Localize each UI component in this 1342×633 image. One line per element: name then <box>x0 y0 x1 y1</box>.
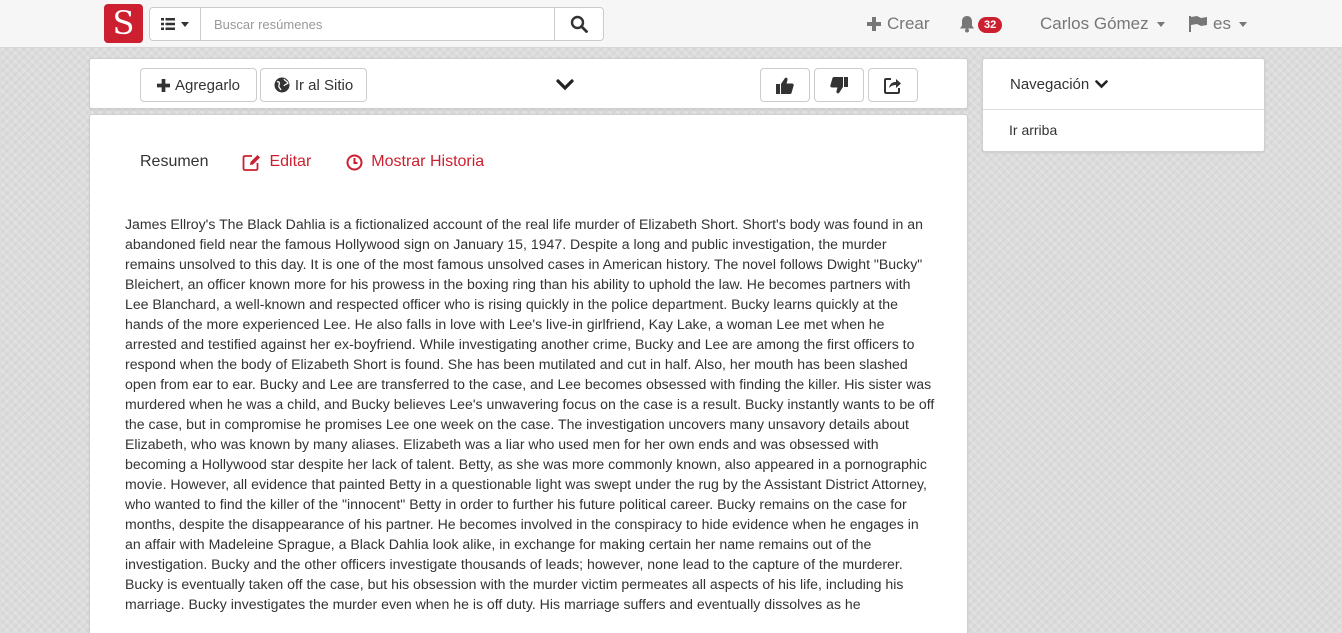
language-code: es <box>1213 14 1231 33</box>
search-input[interactable] <box>201 8 554 40</box>
caret-down-icon <box>1156 21 1165 27</box>
tab-summary[interactable]: Resumen <box>140 153 208 171</box>
add-button-label: Agregarlo <box>174 76 241 94</box>
go-to-site-label: Ir al Sitio <box>294 76 354 94</box>
clock-icon <box>346 154 363 171</box>
navigation-panel: Navegación Ir arriba <box>982 58 1265 152</box>
navigation-title: Navegación <box>1010 75 1090 93</box>
plus-icon <box>156 78 170 92</box>
caret-down-icon <box>181 21 189 27</box>
plus-icon <box>867 17 881 31</box>
flag-icon <box>1189 16 1207 32</box>
go-to-site-button[interactable]: Ir al Sitio <box>260 68 367 102</box>
language-menu[interactable]: es <box>1189 0 1247 48</box>
summary-text: James Ellroy's The Black Dahlia is a fic… <box>125 216 935 612</box>
bell-icon <box>958 15 976 33</box>
thumbs-up-icon <box>776 77 794 94</box>
share-icon <box>884 77 902 94</box>
list-menu-button[interactable] <box>150 8 201 40</box>
tab-show-history[interactable]: Mostrar Historia <box>346 153 484 171</box>
search-icon <box>570 15 588 33</box>
content-tabs: Resumen Editar Mostrar Historia <box>140 153 484 171</box>
create-label: Crear <box>887 14 930 33</box>
list-icon <box>161 18 175 30</box>
edit-icon <box>242 154 261 171</box>
tab-edit-label: Editar <box>269 153 312 170</box>
thumbs-down-icon <box>830 76 848 94</box>
user-menu[interactable]: Carlos Gómez <box>1040 0 1165 48</box>
create-menu[interactable]: Crear <box>867 0 930 48</box>
chevron-down-icon <box>1095 79 1109 89</box>
notifications-menu[interactable]: 32 <box>958 0 1003 48</box>
globe-icon <box>274 77 290 93</box>
tab-edit[interactable]: Editar <box>242 153 311 171</box>
summary-content-panel: Resumen Editar Mostrar Historia James El… <box>89 114 968 633</box>
navigation-toggle[interactable]: Navegación <box>983 59 1264 110</box>
go-top-link[interactable]: Ir arriba <box>983 110 1264 138</box>
chevron-down-icon[interactable] <box>556 79 574 91</box>
dislike-button[interactable] <box>814 68 864 102</box>
action-toolbar: Agregarlo Ir al Sitio <box>89 58 968 109</box>
caret-down-icon <box>1238 21 1247 27</box>
brand-logo[interactable]: S <box>104 4 143 43</box>
user-name: Carlos Gómez <box>1040 14 1149 33</box>
top-navbar: S Crear <box>0 0 1342 48</box>
search-group <box>149 7 604 41</box>
notification-count-badge: 32 <box>978 17 1003 33</box>
search-button[interactable] <box>554 8 603 40</box>
like-button[interactable] <box>760 68 810 102</box>
add-button[interactable]: Agregarlo <box>140 68 257 102</box>
tab-history-label: Mostrar Historia <box>371 153 485 170</box>
share-button[interactable] <box>868 68 918 102</box>
